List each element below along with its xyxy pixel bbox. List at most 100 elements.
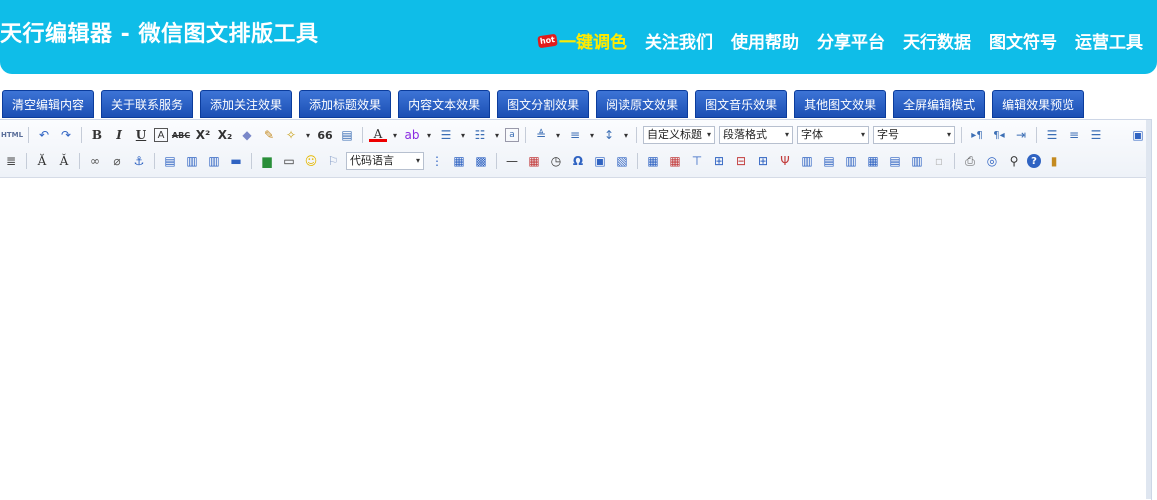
horizontal-rule-icon[interactable]: — <box>503 152 521 170</box>
eraser-icon[interactable]: ◆ <box>238 126 256 144</box>
unordered-list-icon[interactable]: ☷ <box>471 126 489 144</box>
tab-text-effect[interactable]: 内容文本效果 <box>398 90 491 118</box>
split-cols-icon[interactable]: ▥ <box>908 152 926 170</box>
search-replace-icon[interactable]: ⚲ <box>1005 152 1023 170</box>
anchor-icon[interactable]: ⚓ <box>130 152 148 170</box>
nav-symbols[interactable]: 图文符号 <box>989 28 1057 53</box>
align-right-icon[interactable]: ☰ <box>1087 126 1105 144</box>
insert-paragraph-before-table-icon[interactable]: ⊤ <box>688 152 706 170</box>
dropdown-arrow-icon[interactable]: ▾ <box>391 126 399 144</box>
select-all-icon[interactable]: a <box>505 128 519 142</box>
html-source-icon[interactable]: HTML <box>1 126 23 144</box>
nav-help[interactable]: 使用帮助 <box>731 28 799 53</box>
nav-one-click-color[interactable]: hot 一键调色 <box>537 28 627 53</box>
dropdown-arrow-icon[interactable]: ▾ <box>425 126 433 144</box>
row-spacing-top-icon[interactable]: ≜ <box>532 126 550 144</box>
background-color-icon[interactable]: ab <box>403 126 421 144</box>
row-spacing-bottom-icon[interactable]: ≡ <box>566 126 584 144</box>
link-icon[interactable]: ∞ <box>86 152 104 170</box>
redo-icon[interactable]: ↷ <box>57 126 75 144</box>
template-icon[interactable]: ▦ <box>450 152 468 170</box>
nav-share-platform[interactable]: 分享平台 <box>817 28 885 53</box>
unlink-icon[interactable]: ⌀ <box>108 152 126 170</box>
split-rows-icon[interactable]: ▤ <box>886 152 904 170</box>
fullscreen-icon[interactable]: ▣ <box>1129 126 1147 144</box>
tab-divider-effect[interactable]: 图文分割效果 <box>497 90 590 118</box>
insert-image-icon[interactable]: ▆ <box>258 152 276 170</box>
justify-icon[interactable]: ≣ <box>2 152 20 170</box>
delete-row-icon[interactable]: ⊟ <box>732 152 750 170</box>
dropdown-arrow-icon[interactable]: ▾ <box>304 126 312 144</box>
dropdown-arrow-icon[interactable]: ▾ <box>622 126 630 144</box>
paragraph-format-select[interactable]: 段落格式 ▾ <box>719 126 793 144</box>
dropdown-arrow-icon[interactable]: ▾ <box>588 126 596 144</box>
merge-cells-icon[interactable]: ▥ <box>798 152 816 170</box>
merge-down-icon[interactable]: ▥ <box>842 152 860 170</box>
tab-about-contact[interactable]: 关于联系服务 <box>101 90 194 118</box>
line-height-icon[interactable]: ↕ <box>600 126 618 144</box>
date-icon[interactable]: ▦ <box>525 152 543 170</box>
wordimage-icon[interactable]: ▧ <box>613 152 631 170</box>
custom-title-select[interactable]: 自定义标题 ▾ <box>643 126 715 144</box>
rtl-direction-icon[interactable]: ¶◂ <box>990 126 1008 144</box>
insert-video-icon[interactable]: ▭ <box>280 152 298 170</box>
help-icon[interactable]: ? <box>1027 154 1041 168</box>
delete-table-icon[interactable]: ▦ <box>666 152 684 170</box>
nav-follow-us[interactable]: 关注我们 <box>645 28 713 53</box>
image-center-icon[interactable]: ▬ <box>227 152 245 170</box>
drafts-icon[interactable]: ▮ <box>1045 152 1063 170</box>
underline-icon[interactable]: U <box>132 126 150 144</box>
superscript-icon[interactable]: X² <box>194 126 212 144</box>
font-color-icon[interactable]: A <box>369 127 387 142</box>
tab-title-effect[interactable]: 添加标题效果 <box>299 90 392 118</box>
subscript-icon[interactable]: X₂ <box>216 126 234 144</box>
italic-icon[interactable]: I <box>110 126 128 144</box>
paste-plain-icon[interactable]: ▤ <box>338 126 356 144</box>
delete-col-icon[interactable]: Ψ <box>776 152 794 170</box>
editor-content-area[interactable] <box>0 178 1151 500</box>
insert-col-icon[interactable]: ⊞ <box>754 152 772 170</box>
indent-icon[interactable]: ⇥ <box>1012 126 1030 144</box>
nav-tianxing-data[interactable]: 天行数据 <box>903 28 971 53</box>
merge-right-icon[interactable]: ▤ <box>820 152 838 170</box>
insert-table-icon[interactable]: ▦ <box>644 152 662 170</box>
tab-fullscreen-mode[interactable]: 全屏编辑模式 <box>893 90 986 118</box>
font-size-select[interactable]: 字号 ▾ <box>873 126 955 144</box>
emoticon-icon[interactable]: ☺ <box>302 152 320 170</box>
image-float-left-icon[interactable]: ▥ <box>183 152 201 170</box>
preview-icon[interactable]: ◎ <box>983 152 1001 170</box>
ltr-direction-icon[interactable]: ▸¶ <box>968 126 986 144</box>
tab-music-effect[interactable]: 图文音乐效果 <box>695 90 788 118</box>
align-center-icon[interactable]: ≡ <box>1065 126 1083 144</box>
format-brush-icon[interactable]: ✎ <box>260 126 278 144</box>
insert-row-icon[interactable]: ⊞ <box>710 152 728 170</box>
vertical-scrollbar[interactable] <box>1146 120 1151 499</box>
blockquote-icon[interactable]: 66 <box>316 126 334 144</box>
tab-preview[interactable]: 编辑效果预览 <box>992 90 1085 118</box>
uppercase-icon[interactable]: Ă <box>33 152 51 170</box>
tab-clear-content[interactable]: 清空编辑内容 <box>2 90 95 118</box>
lowercase-icon[interactable]: Ǎ <box>55 152 73 170</box>
print-icon[interactable]: ⎙ <box>961 152 979 170</box>
tab-other-effect[interactable]: 其他图文效果 <box>794 90 887 118</box>
strikethrough-icon[interactable]: ABC <box>172 126 190 144</box>
snapscreen-icon[interactable]: ▣ <box>591 152 609 170</box>
image-float-none-icon[interactable]: ▤ <box>161 152 179 170</box>
dropdown-arrow-icon[interactable]: ▾ <box>459 126 467 144</box>
undo-icon[interactable]: ↶ <box>35 126 53 144</box>
auto-format-icon[interactable]: ✧ <box>282 126 300 144</box>
background-icon[interactable]: ▩ <box>472 152 490 170</box>
align-left-icon[interactable]: ☰ <box>1043 126 1061 144</box>
bold-icon[interactable]: B <box>88 126 106 144</box>
tab-read-original-effect[interactable]: 阅读原文效果 <box>596 90 689 118</box>
tab-follow-effect[interactable]: 添加关注效果 <box>200 90 293 118</box>
ordered-list-icon[interactable]: ☰ <box>437 126 455 144</box>
special-char-icon[interactable]: Ω <box>569 152 587 170</box>
split-cells-icon[interactable]: ▦ <box>864 152 882 170</box>
map-icon[interactable]: ⚐ <box>324 152 342 170</box>
border-text-icon[interactable]: A <box>154 128 168 142</box>
time-icon[interactable]: ◷ <box>547 152 565 170</box>
dropdown-arrow-icon[interactable]: ▾ <box>493 126 501 144</box>
code-language-select[interactable]: 代码语言 ▾ <box>346 152 424 170</box>
dropdown-arrow-icon[interactable]: ▾ <box>554 126 562 144</box>
